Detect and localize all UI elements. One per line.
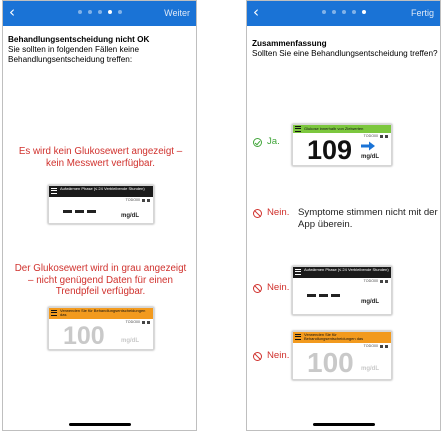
- grey-glucose-number: 100: [307, 347, 354, 378]
- case-no-value-text: Es wird kein Glukosewert angezeigt – kei…: [18, 146, 183, 169]
- unit-label: mg/dL: [121, 213, 139, 219]
- page-dot: [87, 10, 92, 14]
- grey-glucose-number: 100: [63, 322, 105, 350]
- glucose-value: 100 mg/dL: [293, 349, 391, 379]
- page-dot: [97, 10, 102, 14]
- prohibited-icon: [253, 352, 262, 361]
- status-time: TODO00: [363, 344, 378, 348]
- trend-arrow-right-icon: [361, 141, 375, 151]
- signal-icon: [380, 279, 383, 283]
- page-dot-active: [107, 10, 112, 14]
- status-time: TODO00: [125, 198, 140, 202]
- grey-value-card: Verwenden Sie für Behandlungsentscheidun…: [292, 331, 392, 380]
- dash-3: [331, 294, 340, 297]
- glucose-number: 109: [307, 135, 353, 165]
- menu-icon: [51, 310, 57, 316]
- next-button[interactable]: Weiter: [164, 8, 190, 18]
- check-circle-icon: [253, 138, 262, 147]
- prohibited-icon: [253, 209, 262, 218]
- status-time: TODO00: [125, 320, 140, 324]
- menu-icon: [295, 126, 301, 132]
- calibration-bar: Verwenden Sie für Behandlungsentscheidun…: [293, 332, 391, 343]
- prohibited-icon: [253, 284, 262, 293]
- page-title: Zusammenfassung: [252, 39, 327, 48]
- menu-icon: [295, 334, 301, 340]
- menu-icon: [295, 269, 301, 275]
- home-indicator: [69, 423, 131, 426]
- in-range-bar-text: Glukose innerhalb von Zielwerten: [304, 126, 364, 131]
- calibration-bar: Verwenden Sie für Behandlungsentscheidun…: [49, 308, 153, 319]
- page-title: Behandlungsentscheidung nicht OK: [8, 35, 150, 44]
- done-button[interactable]: Fertig: [411, 8, 434, 18]
- glucose-value: mg/dL: [293, 284, 391, 314]
- no-label: Nein.: [267, 207, 290, 218]
- header: ‹ Weiter: [3, 1, 196, 26]
- calibration-bar-text: Verwenden Sie für Behandlungsentscheidun…: [60, 308, 146, 318]
- dash-3: [87, 210, 96, 213]
- unit-label: mg/dL: [361, 366, 379, 372]
- page-dot: [117, 10, 122, 14]
- no-label: Nein.: [267, 350, 290, 361]
- dash-2: [319, 294, 328, 297]
- battery-icon: [147, 320, 150, 324]
- battery-icon: [147, 198, 150, 202]
- warmup-bar-text: Aufwärmen Phase (≤ 24 Verbleibende Stund…: [60, 186, 145, 191]
- dash-1: [63, 210, 72, 213]
- signal-icon: [380, 134, 383, 138]
- page-dot-active: [361, 10, 366, 14]
- calibration-bar-text: Verwenden Sie für Behandlungsentscheidun…: [304, 332, 364, 342]
- left-screen: ‹ Weiter Behandlungsentscheidung nicht O…: [2, 0, 197, 431]
- page-subtitle: Sie sollten in folgenden Fällen keine Be…: [8, 45, 140, 64]
- signal-icon: [142, 198, 145, 202]
- page-dot: [351, 10, 356, 14]
- warmup-bar-text: Aufwärmen Phase (≤ 24 Verbleibende Stund…: [304, 267, 389, 272]
- glucose-value: 100 mg/dL: [49, 322, 153, 350]
- no-label: Nein.: [267, 282, 290, 293]
- status-time: TODO00: [363, 279, 378, 283]
- battery-icon: [385, 279, 388, 283]
- page-dot: [341, 10, 346, 14]
- page-dot: [77, 10, 82, 14]
- signal-icon: [142, 320, 145, 324]
- battery-icon: [385, 134, 388, 138]
- in-range-card: Glukose innerhalb von Zielwerten TODO00 …: [292, 124, 392, 166]
- warmup-bar: Aufwärmen Phase (≤ 24 Verbleibende Stund…: [293, 267, 391, 278]
- unit-label: mg/dL: [121, 338, 139, 344]
- page-dot: [331, 10, 336, 14]
- no-value-card: Aufwärmen Phase (≤ 24 Verbleibende Stund…: [292, 266, 392, 315]
- page-dot: [321, 10, 326, 14]
- status-time: TODO00: [363, 134, 378, 138]
- dash-1: [307, 294, 316, 297]
- glucose-value: mg/dL: [49, 203, 153, 223]
- case-grey-value-text: Der Glukosewert wird in grau angezeigt –…: [14, 263, 187, 297]
- unit-label: mg/dL: [361, 299, 379, 305]
- unit-label: mg/dL: [361, 154, 379, 160]
- grey-value-card: Verwenden Sie für Behandlungsentscheidun…: [48, 307, 154, 350]
- yes-label: Ja.: [267, 136, 280, 147]
- page-subtitle: Sollten Sie eine Behandlungsentscheidung…: [252, 49, 438, 58]
- glucose-value: 109 mg/dL: [293, 135, 391, 165]
- battery-icon: [385, 344, 388, 348]
- symptoms-text: Symptome stimmen nicht mit der App übere…: [298, 207, 438, 230]
- in-range-bar: Glukose innerhalb von Zielwerten: [293, 125, 391, 133]
- warmup-bar: Aufwärmen Phase (≤ 24 Verbleibende Stund…: [49, 186, 153, 197]
- no-value-card: Aufwärmen Phase (≤ 24 Verbleibende Stund…: [48, 185, 154, 224]
- menu-icon: [51, 188, 57, 194]
- right-screen: ‹ Fertig Zusammenfassung Sollten Sie ein…: [246, 0, 441, 431]
- header: ‹ Fertig: [247, 1, 440, 26]
- dash-2: [75, 210, 84, 213]
- signal-icon: [380, 344, 383, 348]
- home-indicator: [313, 423, 375, 426]
